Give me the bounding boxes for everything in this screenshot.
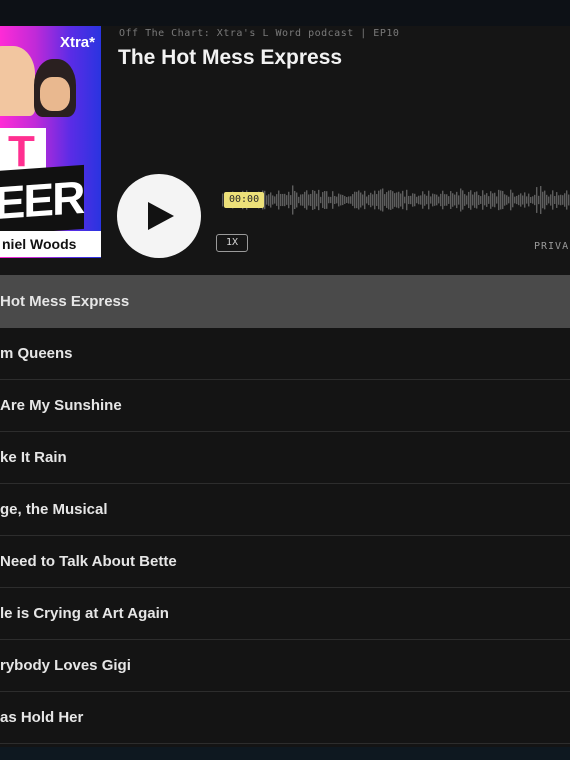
episode-item[interactable]: Are My Sunshine bbox=[0, 380, 570, 432]
privacy-link[interactable]: PRIVA bbox=[534, 241, 569, 252]
cover-person-left bbox=[0, 46, 35, 116]
current-time: 00:00 bbox=[224, 192, 265, 208]
bottom-bar bbox=[0, 747, 570, 760]
episode-list: Hot Mess Express m Queens Are My Sunshine… bbox=[0, 275, 570, 744]
episode-item-title: m Queens bbox=[0, 345, 73, 362]
episode-item[interactable]: le is Crying at Art Again bbox=[0, 588, 570, 640]
cover-headline: EER bbox=[0, 164, 84, 236]
episode-item-title: Need to Talk About Bette bbox=[0, 553, 177, 570]
podcast-cover-art: Xtra* T EER niel Woods bbox=[0, 26, 101, 258]
episode-title: The Hot Mess Express bbox=[118, 46, 343, 69]
episode-item-title: ke It Rain bbox=[0, 449, 67, 466]
episode-item-title: Are My Sunshine bbox=[0, 397, 122, 414]
episode-item-title: as Hold Her bbox=[0, 709, 84, 726]
episode-item[interactable]: Need to Talk About Bette bbox=[0, 536, 570, 588]
play-icon bbox=[148, 202, 174, 230]
episode-item[interactable]: ke It Rain bbox=[0, 432, 570, 484]
waveform-seekbar[interactable] bbox=[220, 176, 570, 224]
cover-brand-logo: Xtra* bbox=[59, 34, 95, 51]
episode-meta: Off The Chart: Xtra's L Word podcast | E… bbox=[119, 28, 400, 39]
podcast-player: Xtra* T EER niel Woods Off The Chart: Xt… bbox=[0, 26, 570, 275]
episode-item[interactable]: ge, the Musical bbox=[0, 484, 570, 536]
episode-item[interactable]: as Hold Her bbox=[0, 692, 570, 744]
episode-item[interactable]: m Queens bbox=[0, 328, 570, 380]
cover-host-name: niel Woods bbox=[0, 231, 101, 257]
episode-item[interactable]: Hot Mess Express bbox=[0, 275, 570, 328]
episode-item-title: Hot Mess Express bbox=[0, 293, 130, 310]
episode-item[interactable]: rybody Loves Gigi bbox=[0, 640, 570, 692]
episode-item-title: ge, the Musical bbox=[0, 501, 108, 518]
cover-person-right bbox=[34, 59, 76, 117]
episode-item-title: le is Crying at Art Again bbox=[0, 605, 169, 622]
play-button[interactable] bbox=[117, 174, 201, 258]
playback-speed-button[interactable]: 1X bbox=[216, 234, 248, 252]
top-bar bbox=[0, 0, 570, 26]
episode-item-title: rybody Loves Gigi bbox=[0, 657, 131, 674]
